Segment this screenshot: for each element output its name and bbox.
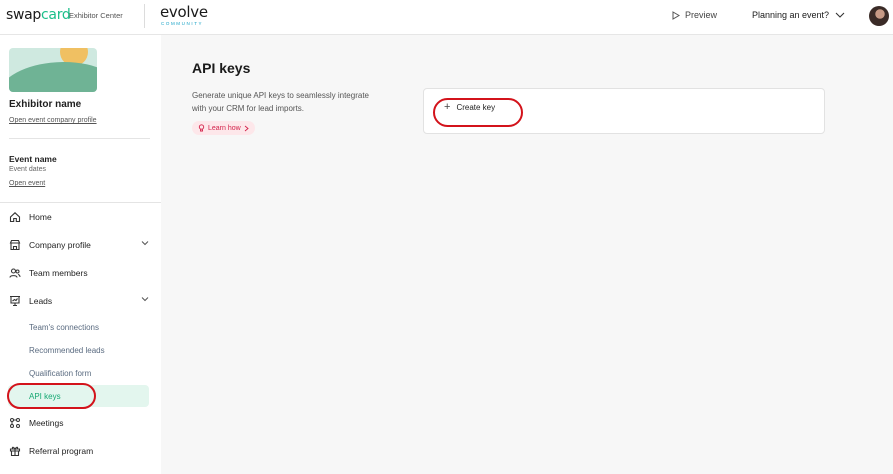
learn-how-link[interactable]: Learn how: [192, 121, 255, 135]
sidebar-divider: [9, 138, 150, 139]
presentation-icon: [8, 294, 22, 308]
planning-label: Planning an event?: [752, 10, 830, 20]
highlight-ring-create-key: [433, 98, 523, 127]
meetings-icon: [8, 416, 22, 430]
sidebar-item-company-profile[interactable]: Company profile: [0, 234, 161, 256]
event-logo-sub: COMMUNITY: [161, 21, 204, 26]
sidebar-item-meetings[interactable]: Meetings: [0, 412, 161, 434]
gift-icon: [8, 444, 22, 458]
header-divider: [144, 4, 145, 28]
chevron-down-icon: [141, 241, 149, 246]
sidebar-item-label: Referral program: [29, 446, 94, 456]
sidebar-item-label: Leads: [29, 296, 53, 306]
event-logo: evolve: [160, 3, 208, 21]
swapcard-logo[interactable]: swapcard: [6, 7, 71, 23]
sidebar-item-home[interactable]: Home: [0, 206, 161, 228]
store-icon: [8, 238, 22, 252]
top-bar: swapcard Exhibitor Center evolve COMMUNI…: [0, 0, 893, 35]
open-event-link[interactable]: Open event: [9, 180, 45, 187]
logo-prefix: swap: [6, 7, 42, 23]
lightbulb-icon: [198, 124, 205, 132]
learn-how-label: Learn how: [208, 124, 241, 132]
sidebar-subitem-qualification-form[interactable]: Qualification form: [8, 362, 149, 384]
play-icon: [672, 10, 680, 20]
sidebar: Exhibitor name Open event company profil…: [0, 35, 161, 474]
sidebar-divider: [0, 202, 161, 203]
sidebar-item-label: Company profile: [29, 240, 91, 250]
sidebar-item-label: Meetings: [29, 418, 64, 428]
chevron-right-icon: [244, 125, 249, 131]
exhibitor-name: Exhibitor name: [9, 99, 82, 110]
exhibitor-center-label: Exhibitor Center: [69, 11, 123, 20]
sidebar-item-label: Home: [29, 212, 52, 222]
home-icon: [8, 210, 22, 224]
page-description: Generate unique API keys to seamlessly i…: [192, 91, 369, 113]
users-icon: [8, 266, 22, 280]
event-dates: Event dates: [9, 166, 46, 173]
main-content: API keys Generate unique API keys to sea…: [161, 35, 893, 474]
chevron-down-icon: [835, 12, 845, 18]
preview-button[interactable]: Preview: [672, 10, 717, 20]
event-name: Event name: [9, 154, 57, 164]
sidebar-subitem-teams-connections[interactable]: Team's connections: [8, 316, 149, 338]
open-company-profile-link[interactable]: Open event company profile: [9, 117, 97, 124]
sidebar-item-label: Team members: [29, 268, 88, 278]
sidebar-item-leads[interactable]: Leads: [0, 290, 161, 312]
highlight-ring-api-keys: [7, 383, 96, 409]
exhibitor-banner-image: [9, 48, 97, 92]
user-avatar[interactable]: [869, 6, 889, 26]
sidebar-subitem-recommended-leads[interactable]: Recommended leads: [8, 339, 149, 361]
chevron-up-icon: [141, 297, 149, 302]
sidebar-item-team-members[interactable]: Team members: [0, 262, 161, 284]
logo-accent: card: [41, 7, 71, 23]
sidebar-item-referral-program[interactable]: Referral program: [0, 440, 161, 462]
preview-label: Preview: [685, 10, 718, 20]
page-title: API keys: [192, 60, 251, 76]
planning-event-dropdown[interactable]: Planning an event?: [752, 10, 845, 20]
